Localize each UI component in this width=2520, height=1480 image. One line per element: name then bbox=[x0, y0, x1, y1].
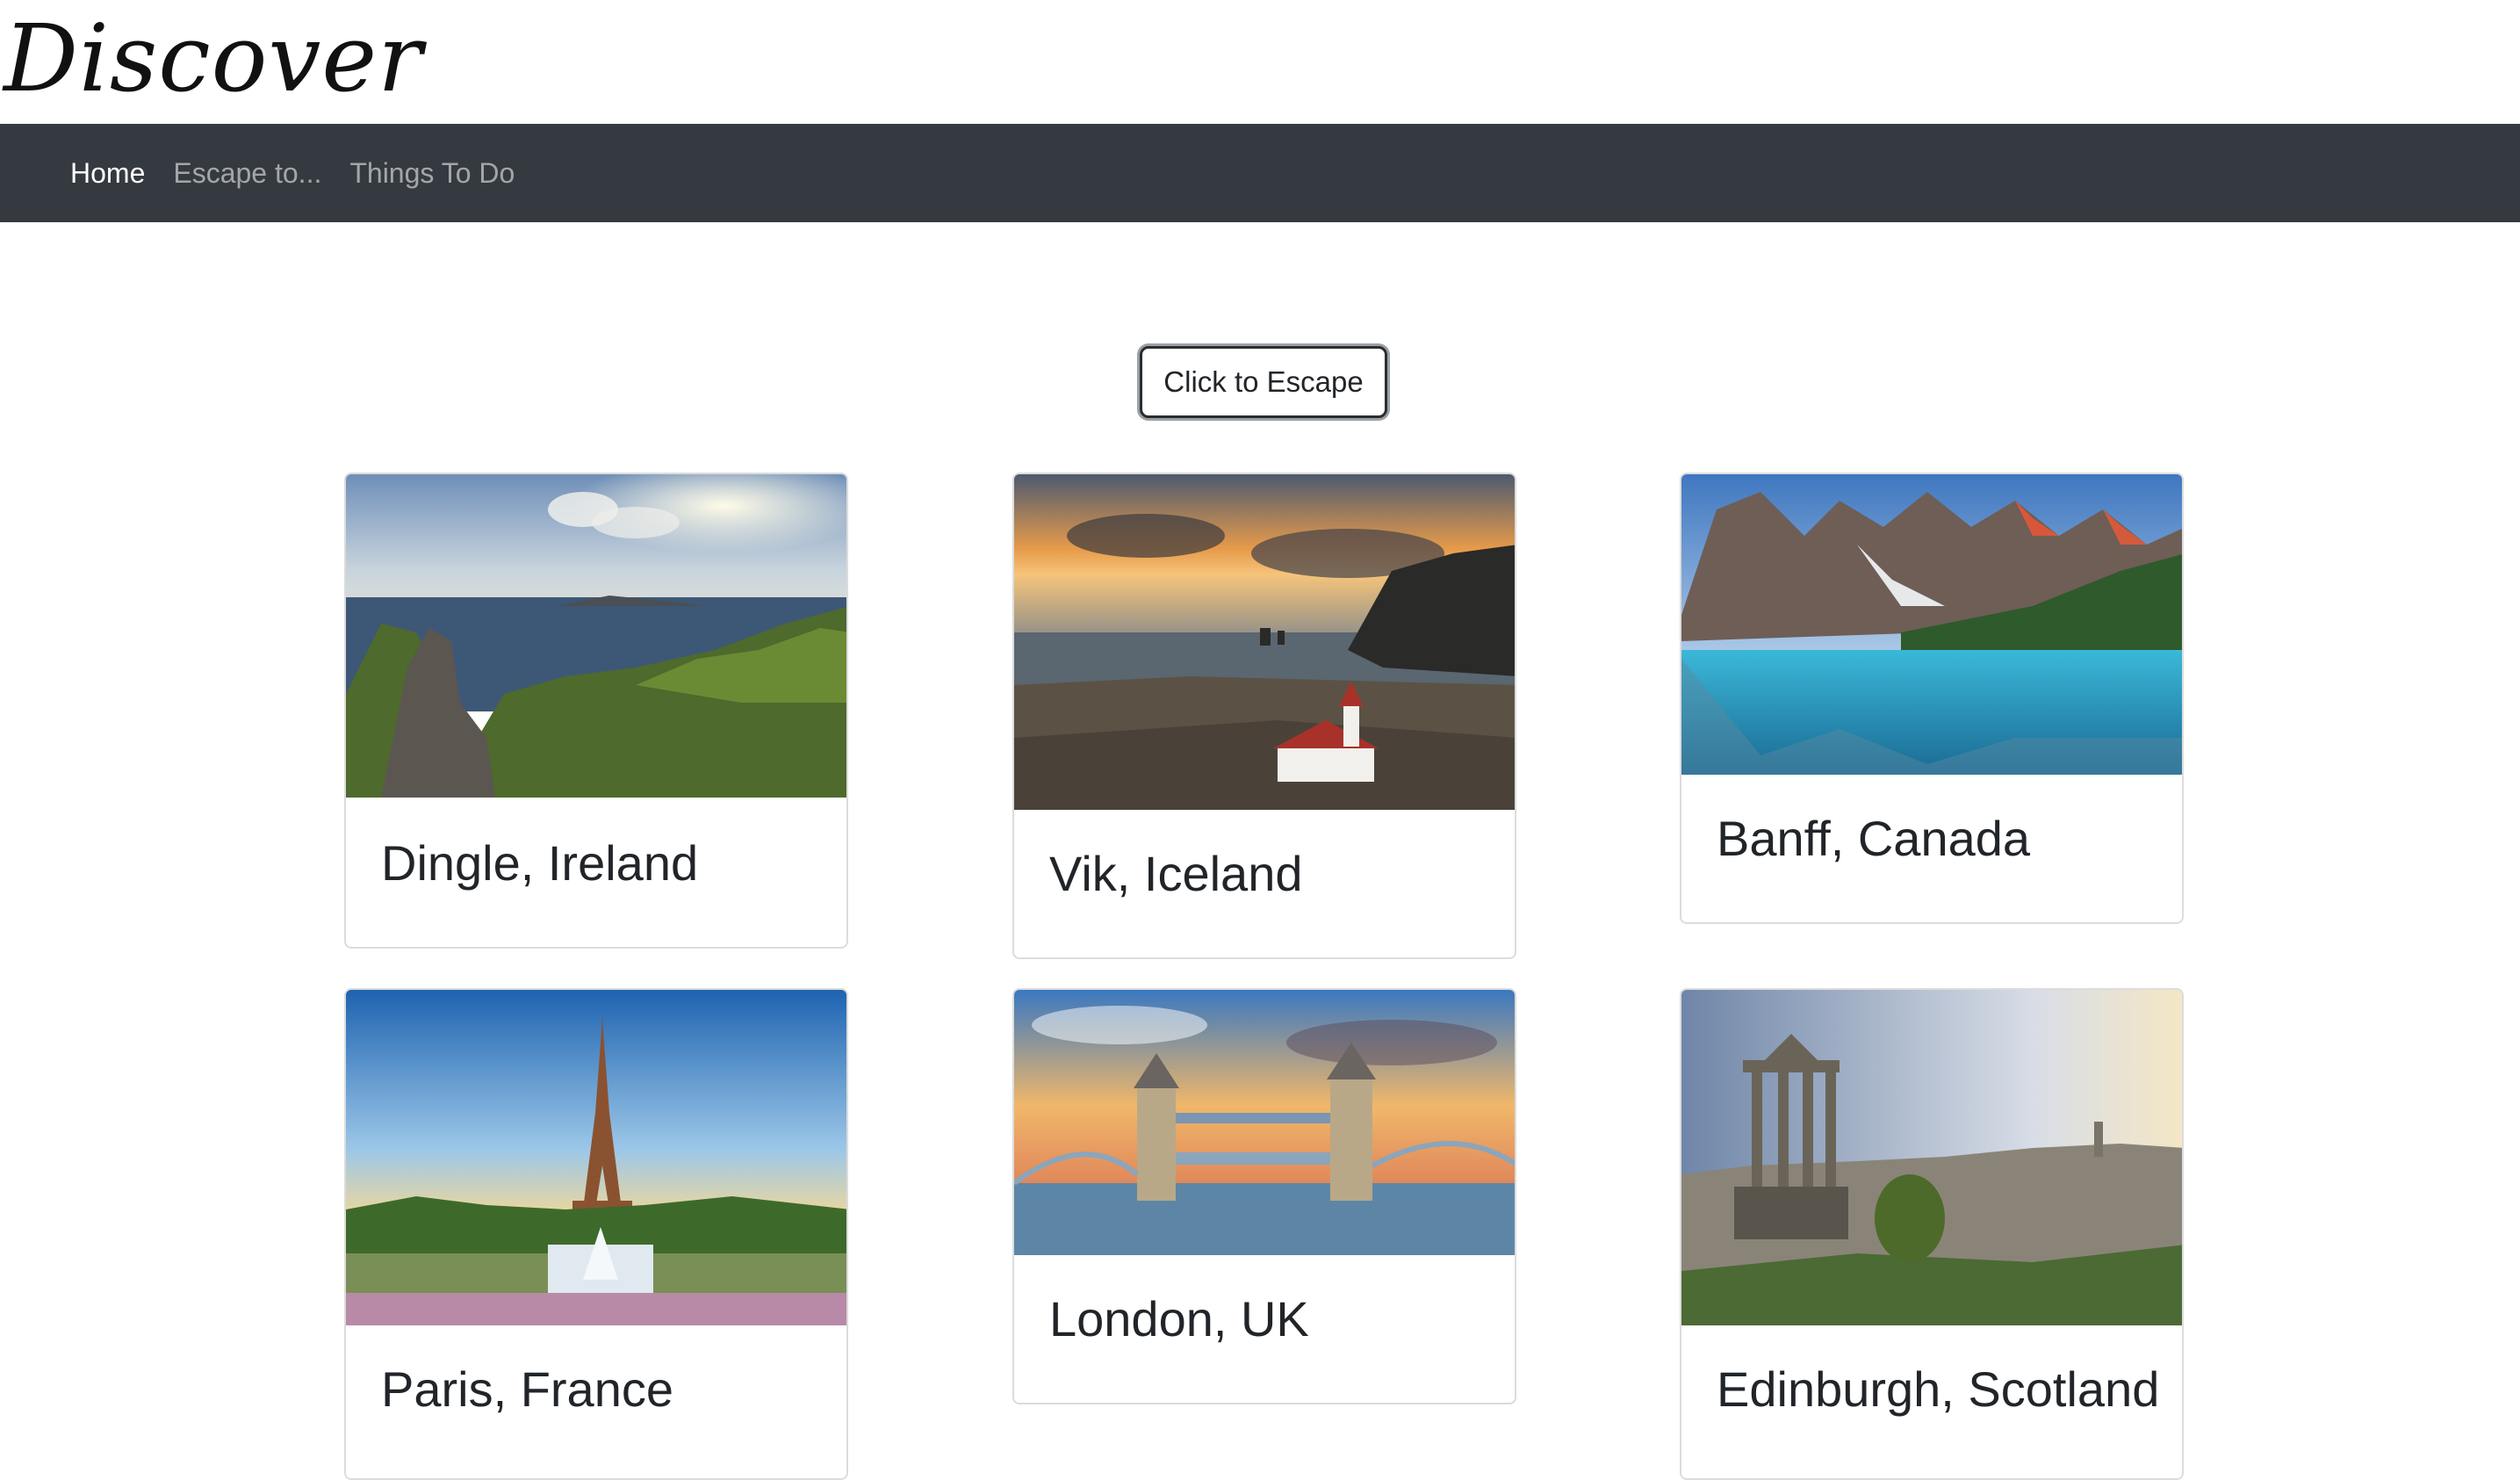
destination-card-dingle[interactable]: Dingle, Ireland bbox=[344, 473, 848, 949]
site-logo[interactable]: Discover bbox=[4, 2, 423, 116]
card-title-vik: Vik, Iceland bbox=[1049, 846, 1303, 901]
header: Discover bbox=[0, 0, 2520, 124]
click-to-escape-button[interactable]: Click to Escape bbox=[1140, 346, 1387, 418]
card-title-paris: Paris, France bbox=[381, 1361, 673, 1417]
nav-escape-to[interactable]: Escape to... bbox=[173, 157, 321, 190]
card-title-banff: Banff, Canada bbox=[1717, 811, 2031, 866]
card-title-dingle: Dingle, Ireland bbox=[381, 835, 699, 891]
destination-card-vik[interactable]: Vik, Iceland bbox=[1012, 473, 1516, 959]
card-title-edinburgh: Edinburgh, Scotland bbox=[1717, 1361, 2160, 1417]
dingle-image bbox=[346, 474, 846, 798]
card-title-london: London, UK bbox=[1049, 1291, 1309, 1346]
banff-image bbox=[1681, 474, 2182, 775]
main-navbar: Home Escape to... Things To Do bbox=[0, 124, 2520, 222]
paris-image bbox=[346, 990, 846, 1325]
nav-list: Home Escape to... Things To Do bbox=[70, 157, 543, 190]
edinburgh-image bbox=[1681, 990, 2182, 1325]
destination-card-banff[interactable]: Banff, Canada bbox=[1680, 473, 2184, 924]
destination-card-edinburgh[interactable]: Edinburgh, Scotland bbox=[1680, 988, 2184, 1480]
destination-card-london[interactable]: London, UK bbox=[1012, 988, 1516, 1404]
nav-things-to-do[interactable]: Things To Do bbox=[349, 157, 515, 190]
vik-image bbox=[1014, 474, 1515, 810]
nav-home[interactable]: Home bbox=[70, 157, 145, 190]
london-image bbox=[1014, 990, 1515, 1255]
destination-card-paris[interactable]: Paris, France bbox=[344, 988, 848, 1480]
